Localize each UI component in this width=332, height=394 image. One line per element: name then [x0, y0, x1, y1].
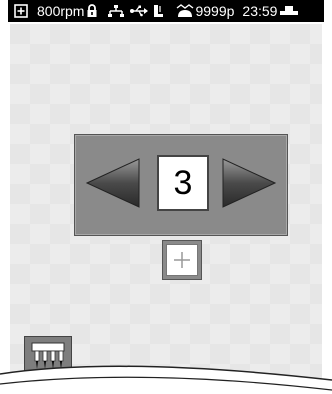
presser-foot-icon [152, 4, 164, 18]
network-icon [108, 4, 125, 18]
time-text: 23:59 [242, 3, 278, 19]
status-bar: 800rpm 9999p 23:59 [8, 0, 324, 22]
torn-paper-edge [0, 365, 332, 394]
value-display: 3 [157, 155, 209, 211]
value-selector-panel: 3 [74, 134, 288, 236]
embroidery-icon [176, 4, 194, 18]
plus-icon [166, 244, 198, 276]
cassette-icon [280, 6, 299, 16]
left-arrow-icon[interactable] [83, 157, 143, 214]
right-arrow-icon[interactable] [219, 157, 279, 214]
stitch-count-text: 9999p [195, 3, 235, 19]
lock-icon [86, 4, 98, 18]
device-frame: 800rpm 9999p 23:59 3 [8, 0, 324, 394]
usb-icon [130, 5, 149, 17]
add-button[interactable] [162, 240, 202, 280]
expand-icon[interactable] [14, 4, 28, 18]
speed-text: 800rpm [37, 3, 85, 19]
